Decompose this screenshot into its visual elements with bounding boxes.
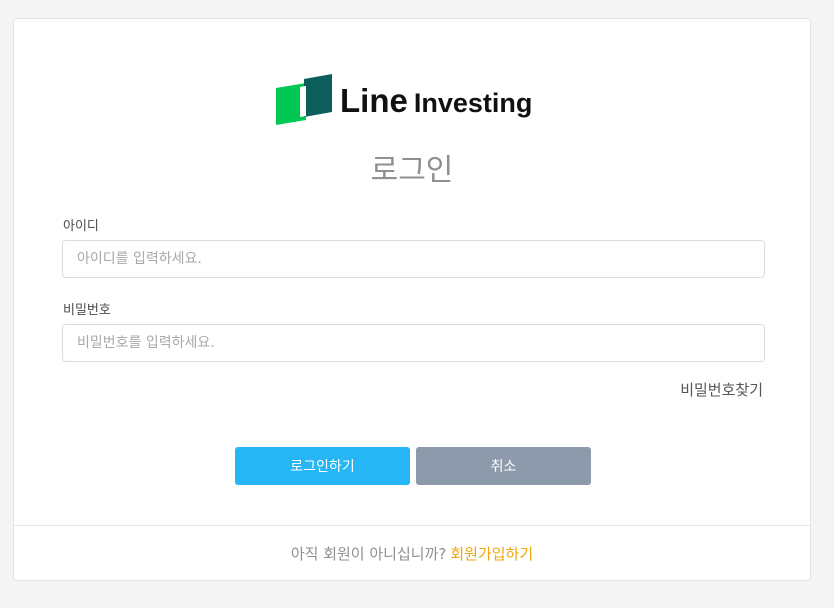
cancel-button[interactable]: 취소: [416, 447, 591, 485]
login-card: LineInvesting 로그인 아이디 비밀번호 비밀번호찾기 로그인하기 …: [13, 18, 811, 581]
signup-prompt: 아직 회원이 아니십니까? 회원가입하기: [14, 543, 810, 564]
footer-divider: [14, 525, 810, 526]
password-label: 비밀번호: [63, 303, 111, 318]
signup-question: 아직 회원이 아니십니까?: [290, 545, 447, 563]
id-input[interactable]: [62, 240, 765, 278]
logo-text: Line Investing: [340, 82, 532, 120]
line-investing-logo-icon: [276, 74, 332, 125]
logo-text-sub: Investing: [413, 88, 533, 118]
find-password-link[interactable]: 비밀번호찾기: [680, 379, 763, 400]
logo: Line Investing: [276, 74, 556, 126]
page-title: 로그인: [370, 153, 454, 188]
logo-text-main: Line: [340, 82, 408, 119]
password-input[interactable]: [62, 324, 765, 362]
id-label: 아이디: [63, 219, 99, 234]
signup-link[interactable]: 회원가입하기: [450, 545, 533, 563]
login-button[interactable]: 로그인하기: [235, 447, 410, 485]
